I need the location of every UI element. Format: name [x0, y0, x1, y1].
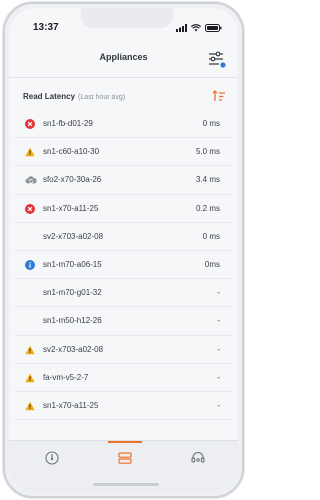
error-icon — [25, 203, 35, 214]
appliances-icon — [118, 452, 132, 464]
status-bar: 13:37 — [9, 22, 238, 36]
appliance-row[interactable]: sn1-m70-g01-32 - — [15, 279, 232, 308]
dashboard-gauge-icon — [45, 451, 59, 465]
latency-value: 0 ms — [202, 231, 220, 241]
sort-button[interactable] — [212, 89, 226, 103]
appliance-name: sn1-c60-a10-30 — [43, 147, 100, 157]
appliance-row[interactable]: sfo2-x70-30a-26 3.4 ms — [15, 166, 232, 195]
status-time: 13:37 — [33, 22, 59, 33]
appliance-row[interactable]: sn1-x70-a11-25 0.2 ms — [15, 195, 232, 223]
warning-icon — [25, 401, 35, 411]
error-icon — [25, 119, 35, 129]
signal-icon — [176, 24, 187, 32]
page-title: Appliances — [99, 52, 148, 62]
tab-bar — [9, 440, 238, 492]
system-icons — [176, 24, 222, 32]
metric-timeframe: (Last hour avg) — [78, 94, 126, 101]
latency-value: 0 ms — [202, 119, 220, 129]
appliance-name: sv2-x703-a02-08 — [43, 231, 104, 241]
appliance-name: sn1-fb-d01-29 — [43, 119, 93, 129]
appliance-name: sfo2-x70-30a-26 — [43, 175, 102, 185]
active-tab-indicator — [108, 441, 142, 443]
support-headset-icon — [191, 452, 205, 463]
latency-value: - — [217, 372, 220, 382]
info-icon — [25, 259, 35, 270]
appliance-name: sn1-x70-a11-25 — [43, 203, 99, 213]
appliance-list[interactable]: sn1-fb-d01-29 0 ms sn1-c60-a10-30 5.0 ms sfo… — [15, 110, 232, 446]
latency-value: - — [217, 400, 220, 410]
appliance-name: sn1-m50-h12-26 — [43, 316, 102, 326]
section-title: Read Latency (Last hour avg) — [23, 92, 125, 101]
appliance-row[interactable]: sn1-x70-a11-25 - — [15, 392, 232, 421]
home-indicator — [93, 483, 159, 486]
appliance-row[interactable]: sn1-m70-a06-15 0ms — [15, 251, 232, 280]
appliance-name: sn1-m70-g01-32 — [43, 288, 102, 298]
appliance-row[interactable]: sn1-m50-h12-26 - — [15, 307, 232, 336]
appliance-name: sn1-x70-a11-25 — [43, 400, 99, 410]
metric-label: Read Latency — [23, 92, 76, 101]
appliance-row[interactable]: sv2-x703-a02-08 0 ms — [15, 223, 232, 251]
warning-icon — [25, 147, 35, 157]
latency-value: 0ms — [204, 260, 220, 270]
tab-support[interactable] — [191, 451, 205, 465]
tab-dashboard[interactable] — [45, 451, 59, 465]
phone-frame: 13:37 Appliances Read Latency (Last hour… — [3, 2, 244, 498]
nav-header: Appliances — [9, 42, 238, 78]
appliance-row[interactable]: fa-vm-v5-2-7 - — [15, 364, 232, 392]
appliance-row[interactable]: sn1-c60-a10-30 5.0 ms — [15, 138, 232, 167]
section-header: Read Latency (Last hour avg) — [9, 84, 238, 108]
latency-value: - — [217, 344, 220, 354]
sort-descending-icon — [212, 90, 225, 101]
filter-settings-button[interactable] — [208, 50, 226, 68]
appliance-name: sn1-m70-a06-15 — [43, 260, 102, 270]
appliance-name: sv2-x703-a02-08 — [43, 344, 104, 354]
latency-value: 0.2 ms — [195, 203, 220, 213]
app-screen: 13:37 Appliances Read Latency (Last hour… — [9, 8, 238, 492]
latency-value: 5.0 ms — [195, 147, 220, 157]
warning-icon — [25, 345, 35, 355]
warning-icon — [25, 373, 35, 383]
latency-value: - — [217, 288, 220, 298]
appliance-row[interactable]: sn1-fb-d01-29 0 ms — [15, 110, 232, 139]
appliance-row[interactable]: sv2-x703-a02-08 - — [15, 336, 232, 364]
latency-value: 3.4 ms — [195, 175, 220, 185]
battery-icon — [205, 24, 222, 32]
latency-value: - — [217, 316, 220, 326]
tab-appliances[interactable] — [118, 451, 132, 465]
filter-sliders-icon — [209, 51, 226, 68]
wifi-icon — [191, 24, 201, 32]
cloud-sync-icon — [25, 175, 37, 185]
appliance-name: fa-vm-v5-2-7 — [43, 372, 89, 382]
